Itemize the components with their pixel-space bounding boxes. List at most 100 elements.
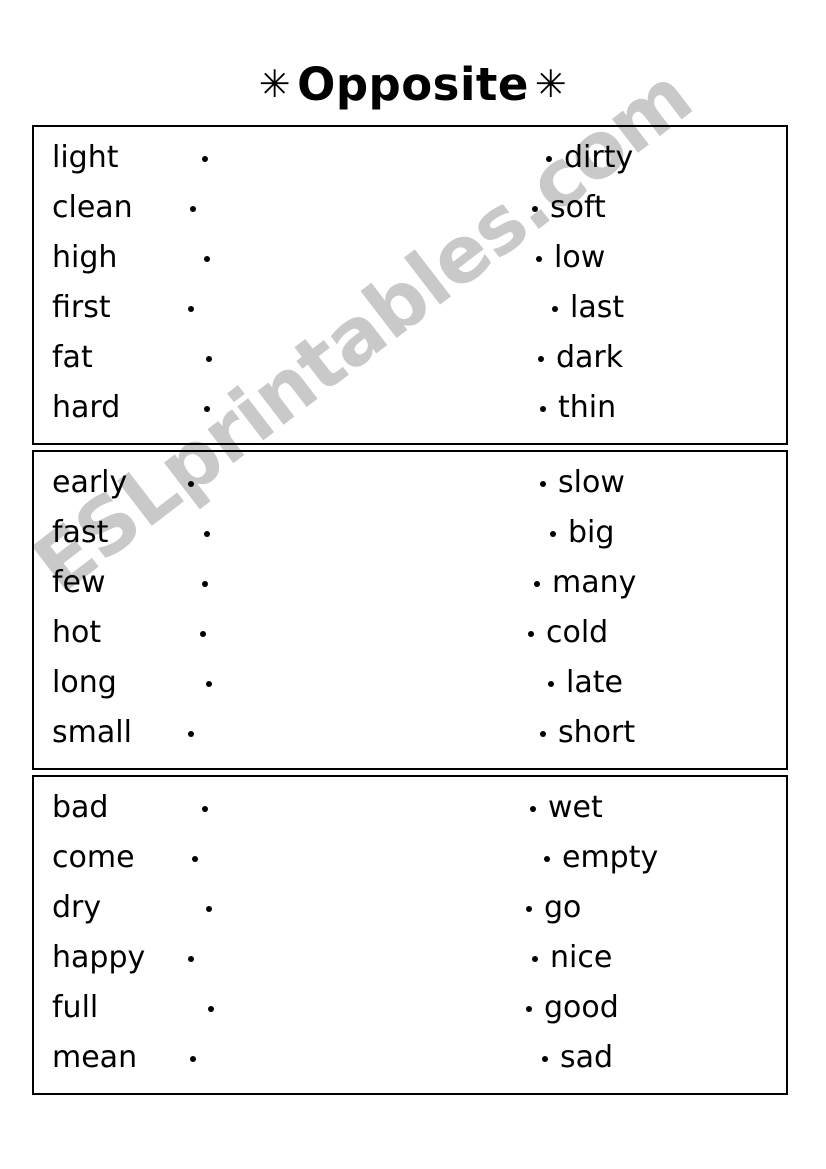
right-connector-dot[interactable] [534,581,540,587]
right-connector-dot[interactable] [540,406,546,412]
right-connector-dot[interactable] [550,531,556,537]
left-connector-dot[interactable] [206,356,212,362]
matching-exercise-boxes: light dirty clean soft high low first last fat da… [32,125,788,1100]
left-word: high [52,240,118,275]
right-connector-dot[interactable] [546,156,552,162]
left-word-cell[interactable]: clean [52,183,352,233]
left-word-cell[interactable]: hot [52,608,352,658]
left-word-cell[interactable]: few [52,558,352,608]
right-word-cell[interactable]: wet [504,783,784,833]
right-word-cell[interactable]: late [504,658,784,708]
right-connector-dot[interactable] [530,806,536,812]
left-connector-dot[interactable] [208,1006,214,1012]
left-connector-dot[interactable] [204,256,210,262]
right-connector-dot[interactable] [552,306,558,312]
left-connector-dot[interactable] [188,731,194,737]
left-word: fat [52,340,93,375]
left-word: full [52,990,99,1025]
left-connector-dot[interactable] [188,956,194,962]
right-word-cell[interactable]: short [504,708,784,758]
right-word-cell[interactable]: empty [504,833,784,883]
left-word: come [52,840,135,875]
left-word-cell[interactable]: come [52,833,352,883]
left-connector-dot[interactable] [202,806,208,812]
left-word: hard [52,390,121,425]
left-word-cell[interactable]: full [52,983,352,1033]
left-word-cell[interactable]: first [52,283,352,333]
left-word-cell[interactable]: high [52,233,352,283]
word-pair-row: dry go [34,883,786,933]
left-word-cell[interactable]: early [52,458,352,508]
right-word-cell[interactable]: sad [504,1033,784,1083]
left-word: happy [52,940,146,975]
left-word: small [52,715,132,750]
word-pair-row: mean sad [34,1033,786,1083]
left-connector-dot[interactable] [204,531,210,537]
word-pair-row: happy nice [34,933,786,983]
right-connector-dot[interactable] [544,856,550,862]
left-word-cell[interactable]: light [52,133,352,183]
left-connector-dot[interactable] [188,306,194,312]
left-word-cell[interactable]: hard [52,383,352,433]
right-word-cell[interactable]: big [504,508,784,558]
word-pair-row: early slow [34,458,786,508]
left-connector-dot[interactable] [190,206,196,212]
left-connector-dot[interactable] [190,1056,196,1062]
right-connector-dot[interactable] [542,1056,548,1062]
right-word: dirty [564,140,634,175]
right-connector-dot[interactable] [532,206,538,212]
right-word-cell[interactable]: many [504,558,784,608]
left-connector-dot[interactable] [202,156,208,162]
right-word-cell[interactable]: last [504,283,784,333]
left-word: early [52,465,128,500]
word-pair-row: bad wet [34,783,786,833]
left-connector-dot[interactable] [204,406,210,412]
left-word: clean [52,190,133,225]
page-title-text: Opposite [297,58,529,111]
right-word-cell[interactable]: dark [504,333,784,383]
left-word: dry [52,890,102,925]
page-title: ✳ Opposite ✳ [0,58,826,111]
right-word: good [544,990,619,1025]
right-connector-dot[interactable] [540,731,546,737]
right-word: late [566,665,623,700]
right-word-cell[interactable]: soft [504,183,784,233]
right-word-cell[interactable]: go [504,883,784,933]
word-pair-row: fast big [34,508,786,558]
left-connector-dot[interactable] [200,631,206,637]
right-word: dark [556,340,624,375]
left-word-cell[interactable]: mean [52,1033,352,1083]
left-word-cell[interactable]: happy [52,933,352,983]
word-pair-row: hot cold [34,608,786,658]
right-word-cell[interactable]: low [504,233,784,283]
right-word-cell[interactable]: thin [504,383,784,433]
right-word-cell[interactable]: slow [504,458,784,508]
right-connector-dot[interactable] [526,906,532,912]
right-connector-dot[interactable] [532,956,538,962]
left-word-cell[interactable]: long [52,658,352,708]
left-connector-dot[interactable] [188,481,194,487]
right-word-cell[interactable]: cold [504,608,784,658]
right-word: low [554,240,606,275]
left-word-cell[interactable]: bad [52,783,352,833]
right-word-cell[interactable]: dirty [504,133,784,183]
left-word-cell[interactable]: dry [52,883,352,933]
left-connector-dot[interactable] [206,906,212,912]
asterisk-icon-right: ✳ [534,62,568,106]
right-connector-dot[interactable] [528,631,534,637]
right-connector-dot[interactable] [540,481,546,487]
left-word-cell[interactable]: small [52,708,352,758]
left-connector-dot[interactable] [206,681,212,687]
right-connector-dot[interactable] [536,256,542,262]
right-connector-dot[interactable] [548,681,554,687]
right-connector-dot[interactable] [538,356,544,362]
left-word-cell[interactable]: fat [52,333,352,383]
left-connector-dot[interactable] [192,856,198,862]
right-word-cell[interactable]: good [504,983,784,1033]
right-connector-dot[interactable] [526,1006,532,1012]
left-connector-dot[interactable] [202,581,208,587]
right-word-cell[interactable]: nice [504,933,784,983]
word-pair-row: come empty [34,833,786,883]
left-word-cell[interactable]: fast [52,508,352,558]
word-pair-row: few many [34,558,786,608]
